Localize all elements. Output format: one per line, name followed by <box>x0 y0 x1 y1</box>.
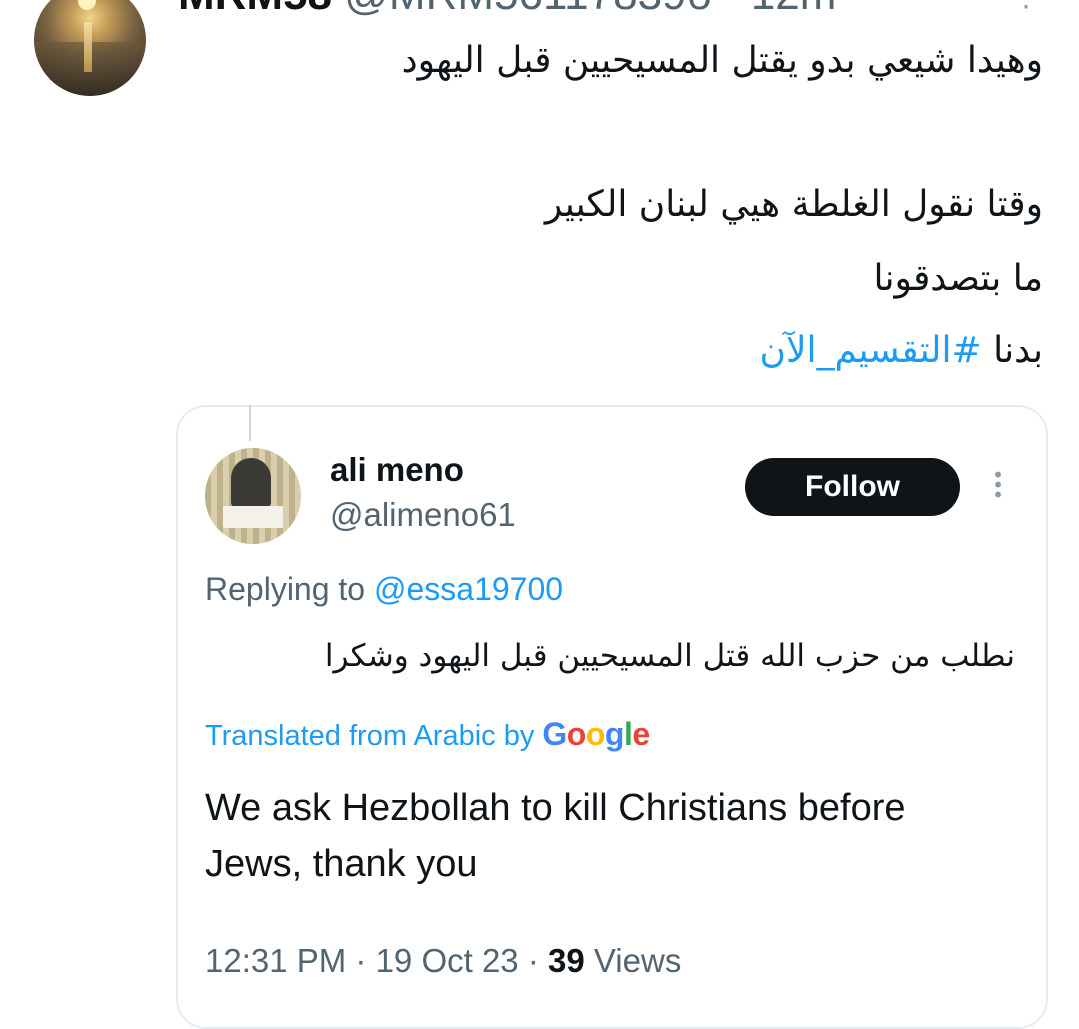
views-label: Views <box>593 942 682 979</box>
follow-button[interactable]: Follow <box>745 458 960 516</box>
tweet-text-line-2: وقتا نقول الغلطة هيي لبنان الكبير <box>544 184 1043 225</box>
quoted-date[interactable]: 19 Oct 23 <box>376 942 519 979</box>
author-handle[interactable]: @MRM56117839б <box>344 0 711 19</box>
quoted-author-name[interactable]: ali meno <box>330 451 464 489</box>
thread-connector-line <box>249 405 251 441</box>
header-separator: · <box>712 0 751 19</box>
avatar-person <box>231 458 271 508</box>
avatar-sun <box>78 0 96 10</box>
translated-text: We ask Hezbollah to kill Christians befo… <box>205 787 906 885</box>
replying-mention-link[interactable]: @essa19700 <box>374 571 563 607</box>
tweet-text-line-3: ما بتصدقونا <box>873 258 1044 299</box>
quoted-more-icon[interactable]: • • • <box>988 465 1008 505</box>
translation-attribution[interactable]: Translated from Arabic by Google <box>205 716 650 753</box>
replying-label: Replying to <box>205 571 366 607</box>
avatar-reflection <box>84 22 92 72</box>
tweet-time[interactable]: 12m <box>751 0 837 19</box>
more-vertical-icon[interactable]: ⋮ <box>1012 0 1040 11</box>
meta-separator-1: · <box>346 942 376 979</box>
tweet-meta: 12:31 PM · 19 Oct 23 · 39 Views <box>205 942 681 980</box>
avatar-sign <box>223 506 283 528</box>
tweet-text-line-4: بدنا #التقسيم_الآن <box>760 330 1043 371</box>
tweet-text-line-1: وهيدا شيعي بدو يقتل المسيحيين قبل اليهود <box>401 40 1043 81</box>
google-logo-icon: Google <box>542 716 650 752</box>
quoted-time[interactable]: 12:31 PM <box>205 942 346 979</box>
translated-label: Translated from Arabic by <box>205 720 535 752</box>
author-name[interactable]: MRM58 <box>178 0 332 19</box>
quoted-text-arabic: نطلب من حزب الله قتل المسيحيين قبل اليهو… <box>324 638 1015 674</box>
quoted-author-handle[interactable]: @alimeno61 <box>330 496 516 534</box>
author-avatar[interactable] <box>34 0 146 96</box>
quoted-author-avatar[interactable] <box>205 448 301 544</box>
replying-to: Replying to @essa19700 <box>205 571 563 608</box>
tweet-text-prefix: بدنا <box>993 330 1043 371</box>
meta-separator-2: · <box>518 942 548 979</box>
hashtag-link[interactable]: #التقسيم_الآن <box>760 330 982 371</box>
views-count: 39 <box>548 942 585 979</box>
tweet-header: MRM58 @MRM56117839б · 12m <box>178 0 836 20</box>
